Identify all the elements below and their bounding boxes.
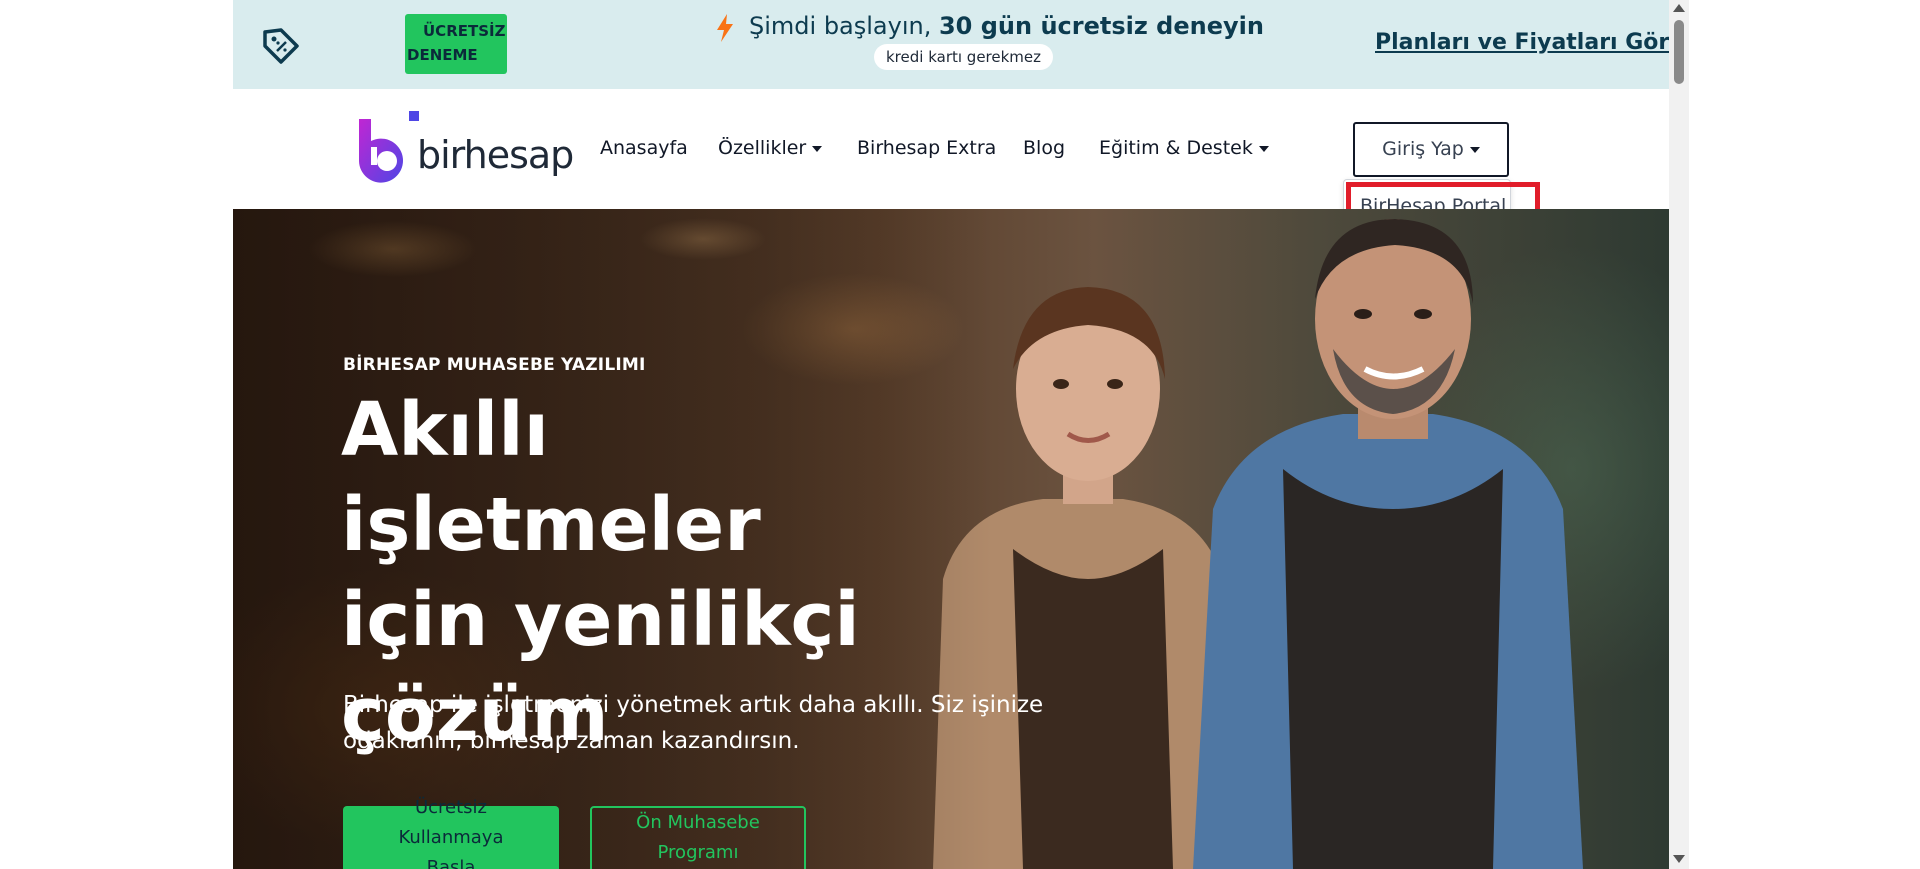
hero-section: BİRHESAP MUHASEBE YAZILIMI Akıllı işletm… [233,209,1669,869]
vertical-scrollbar[interactable] [1669,0,1689,869]
logo-mark-icon [359,111,419,183]
start-free-button-line-1: Ücretsiz [414,797,488,818]
badge-line-1: ÜCRETSİZ [423,22,506,40]
hero-title-line-2: için yenilikçi [341,577,860,663]
hero-title-line-1: Akıllı işletmeler [341,387,761,568]
free-trial-badge[interactable]: ÜCRETSİZ DENEME [405,14,507,74]
lightning-bolt-icon [717,14,733,42]
hero-man-figure [1193,219,1583,869]
nav-item-blog[interactable]: Blog [1023,137,1065,159]
promo-headline-bold: 30 gün ücretsiz deneyin [938,12,1264,40]
start-free-button[interactable]: Ücretsiz Kullanmaya Başla [343,797,559,869]
start-free-button-line-3: Başla [426,857,476,869]
pre-accounting-button[interactable]: Ön Muhasebe Programı [590,806,806,869]
main-navbar: birhesap Anasayfa Özellikler Birhesap Ex… [233,89,1669,239]
promo-headline-normal: Şimdi başlayın, [749,12,939,40]
promo-subtext: kredi kartı gerekmez [874,44,1054,70]
badge-line-2: DENEME [407,46,478,64]
pre-accounting-button-line-1: Ön Muhasebe [636,812,760,833]
hero-eyebrow: BİRHESAP MUHASEBE YAZILIMI [343,355,646,375]
birhesap-logo[interactable]: birhesap [357,111,574,185]
start-free-button-line-2: Kullanmaya [398,827,504,848]
promo-banner: ÜCRETSİZ DENEME Şimdi başlayın, 30 gün ü… [233,0,1669,89]
price-tag-icon [263,28,299,64]
nav-item-birhesap-extra[interactable]: Birhesap Extra [857,137,996,159]
promo-headline: Şimdi başlayın, 30 gün ücretsiz deneyin [749,12,1264,40]
pre-accounting-button-line-2: Programı [657,842,739,863]
nav-item-egitim-destek[interactable]: Eğitim & Destek [1099,137,1269,159]
hero-lead-text: Birhesap ile işletmenizi yönetmek artık … [343,692,1044,754]
login-dropdown-button[interactable]: Giriş Yap [1353,122,1509,177]
scroll-up-arrow-icon[interactable] [1673,4,1685,12]
logo-wordmark: birhesap [417,133,574,177]
nav-item-ozellikler[interactable]: Özellikler [718,137,822,159]
nav-item-anasayfa[interactable]: Anasayfa [600,137,688,159]
scroll-down-arrow-icon[interactable] [1673,855,1685,863]
plans-pricing-link[interactable]: Planları ve Fiyatları Görün [1375,30,1669,55]
web-page: ÜCRETSİZ DENEME Şimdi başlayın, 30 gün ü… [233,0,1669,869]
scrollbar-thumb[interactable] [1674,20,1684,84]
